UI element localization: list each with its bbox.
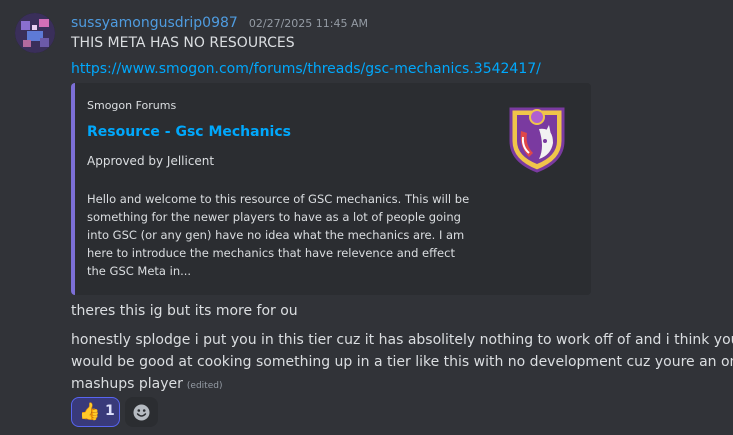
- embed-description-line: Hello and welcome to this resource of GS…: [87, 192, 470, 206]
- message-text-line: would be good at cooking something up in…: [71, 354, 733, 370]
- reaction-count: 1: [105, 403, 115, 419]
- message-header: sussyamongusdrip0987 02/27/2025 11:45 AM: [71, 12, 368, 31]
- edited-label: (edited): [186, 381, 223, 391]
- message-text-fragment: mashups player: [71, 376, 183, 392]
- avatar-image: [15, 13, 55, 53]
- add-reaction-smiley-icon: [133, 404, 150, 421]
- message-link-line: https://www.smogon.com/forums/threads/gs…: [71, 61, 541, 77]
- add-reaction-button[interactable]: [125, 397, 158, 427]
- message-multiline-text: honestly splodge i put you in this tier …: [71, 329, 733, 397]
- reaction-thumbs-up[interactable]: 👍 1: [71, 397, 120, 427]
- chat-message: sussyamongusdrip0987 02/27/2025 11:45 AM…: [0, 0, 733, 435]
- thumbs-up-icon: 👍: [79, 402, 101, 422]
- embed-approved-text: Approved by Jellicent: [87, 154, 215, 168]
- user-avatar[interactable]: [15, 13, 55, 53]
- smogon-logo[interactable]: [505, 103, 569, 175]
- embed-title-link[interactable]: Resource - Gsc Mechanics: [87, 124, 291, 140]
- username[interactable]: sussyamongusdrip0987: [71, 15, 238, 31]
- embed-description-line: here to introduce the mechanics that hav…: [87, 246, 455, 260]
- embed-provider[interactable]: Smogon Forums: [87, 99, 176, 112]
- embed-description-line: something for the newer players to have …: [87, 210, 461, 224]
- message-text-line: mashups player (edited): [71, 373, 721, 397]
- embed-description: Hello and welcome to this resource of GS…: [87, 190, 497, 280]
- message-text-line: theres this ig but its more for ou: [71, 303, 298, 319]
- message-timestamp: 02/27/2025 11:45 AM: [248, 17, 368, 30]
- message-text-line: honestly splodge i put you in this tier …: [71, 332, 733, 348]
- message-text-line: THIS META HAS NO RESOURCES: [71, 35, 295, 51]
- embed-description-line: into GSC (or any gen) have no idea what …: [87, 228, 465, 242]
- message-link[interactable]: https://www.smogon.com/forums/threads/gs…: [71, 61, 541, 77]
- embed-description-line: the GSC Meta in...: [87, 264, 192, 278]
- link-embed: Smogon Forums Resource - Gsc Mechanics A…: [71, 83, 591, 295]
